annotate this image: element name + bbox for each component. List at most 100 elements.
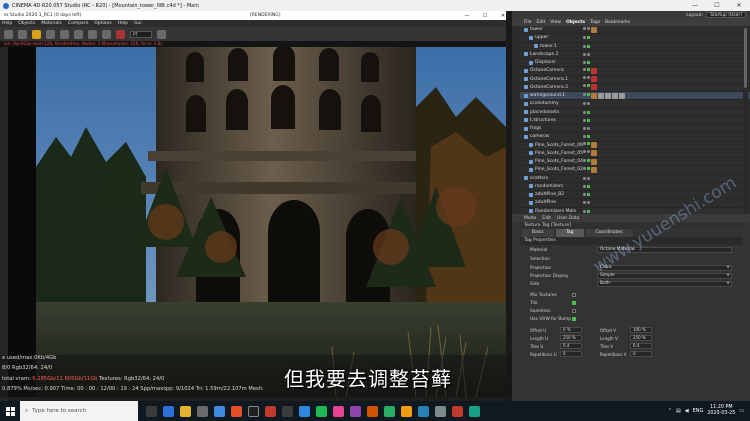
visibility-dot-icon[interactable] <box>583 158 586 162</box>
menu-options[interactable]: Options <box>94 21 111 26</box>
chrome-icon[interactable] <box>231 405 242 417</box>
object-name[interactable]: tower <box>530 27 543 32</box>
enable-check-icon[interactable] <box>587 135 590 139</box>
param-input[interactable]: 250 % <box>560 335 582 341</box>
visibility-dot-icon[interactable] <box>583 67 586 71</box>
visibility-dot-icon[interactable] <box>583 102 586 106</box>
object-row[interactable]: t.structures <box>520 117 750 125</box>
object-name[interactable]: adultPine_B2 <box>535 192 564 197</box>
object-name[interactable]: Randomizers Main <box>535 209 576 214</box>
volume-icon[interactable]: ◀ <box>685 408 689 414</box>
store-icon[interactable] <box>197 405 208 417</box>
tray-chevron-icon[interactable]: ⌃ <box>668 408 672 414</box>
visibility-dot-icon[interactable] <box>583 52 586 56</box>
spotify-icon[interactable] <box>316 405 327 417</box>
visibility-dot-icon[interactable] <box>583 184 586 188</box>
om-menu-tags[interactable]: Tags <box>590 20 600 25</box>
menu-objects[interactable]: Objects <box>18 21 35 26</box>
app-pink-icon[interactable] <box>333 405 344 417</box>
object-name[interactable]: Displacer <box>535 60 556 65</box>
param-input[interactable]: 0 % <box>560 327 582 333</box>
om-menu-objects[interactable]: Objects <box>566 20 585 25</box>
am-menu-user-data[interactable]: User Data <box>557 216 579 221</box>
tag-icon[interactable] <box>605 92 611 99</box>
enable-check-icon[interactable] <box>587 201 590 205</box>
enable-check-icon[interactable] <box>587 150 590 154</box>
om-menu-file[interactable]: File <box>524 20 532 25</box>
app-yellow-icon[interactable] <box>401 405 412 417</box>
param-input[interactable]: 250 % <box>630 335 652 341</box>
object-row[interactable]: Pine_Scots_Forest_04 <box>520 158 750 167</box>
language-indicator[interactable]: ENG <box>693 408 704 414</box>
tag-icon[interactable] <box>598 92 604 99</box>
visibility-dot-icon[interactable] <box>583 176 586 180</box>
close-button[interactable]: ✕ <box>728 0 750 11</box>
visibility-dot-icon[interactable] <box>583 135 586 139</box>
visibility-dot-icon[interactable] <box>583 44 586 48</box>
tag-icon[interactable] <box>619 92 625 99</box>
field-dropdown[interactable]: Both <box>597 281 732 287</box>
visibility-dot-icon[interactable] <box>583 201 586 205</box>
visibility-dot-icon[interactable] <box>583 92 586 96</box>
object-row[interactable]: OctaneCamera <box>520 67 750 76</box>
render-viewport[interactable] <box>36 47 506 397</box>
checkbox[interactable] <box>572 293 576 297</box>
focus-pick-icon[interactable] <box>74 29 83 39</box>
field-dropdown[interactable]: Simple <box>597 273 732 279</box>
app-lightblue-icon[interactable] <box>418 405 429 417</box>
visibility-dot-icon[interactable] <box>583 84 586 88</box>
enable-check-icon[interactable] <box>587 76 590 80</box>
om-menu-view[interactable]: View <box>550 20 561 25</box>
object-name[interactable]: upper <box>535 35 548 40</box>
object-name[interactable]: scatters <box>530 176 548 181</box>
enable-check-icon[interactable] <box>587 36 590 40</box>
lock-icon[interactable] <box>32 29 41 39</box>
object-row[interactable]: placedassets <box>520 109 750 117</box>
texture-tag-icon[interactable] <box>591 92 597 99</box>
object-name[interactable]: Pine_Scots_Forest_06 <box>535 143 583 148</box>
enable-check-icon[interactable] <box>587 84 590 88</box>
visibility-dot-icon[interactable] <box>583 110 586 114</box>
object-row[interactable]: upper <box>520 34 750 43</box>
object-list-scrollbar[interactable] <box>743 26 748 214</box>
viewer-maximize-button[interactable]: ☐ <box>476 11 494 20</box>
enable-check-icon[interactable] <box>587 158 590 162</box>
object-name[interactable]: OctaneCamera <box>530 68 564 73</box>
object-name[interactable]: frogs <box>530 126 541 131</box>
app-teal-icon[interactable] <box>469 405 480 417</box>
enable-check-icon[interactable] <box>587 176 590 180</box>
enable-check-icon[interactable] <box>587 110 590 114</box>
clay-mode-icon[interactable] <box>116 29 125 39</box>
edge-icon[interactable] <box>163 405 174 417</box>
app-blue-icon[interactable] <box>299 405 310 417</box>
enable-check-icon[interactable] <box>587 52 590 56</box>
visibility-dot-icon[interactable] <box>583 193 586 197</box>
app-purple-icon[interactable] <box>350 405 361 417</box>
object-name[interactable]: OctaneCamera.1 <box>530 77 568 82</box>
visibility-dot-icon[interactable] <box>583 166 586 170</box>
visibility-dot-icon[interactable] <box>583 26 586 30</box>
checkbox[interactable] <box>572 317 576 321</box>
object-name[interactable]: Pine_Scots_Forest_02 <box>535 167 583 172</box>
enable-check-icon[interactable] <box>587 184 590 188</box>
maximize-button[interactable]: ☐ <box>706 0 728 11</box>
object-row[interactable]: Pine_Scots_Forest_06 <box>520 142 750 150</box>
kernel-select[interactable]: PT <box>130 30 152 38</box>
menu-materials[interactable]: Materials <box>41 21 62 26</box>
param-input[interactable]: 0 <box>560 351 582 357</box>
object-row[interactable]: cameras <box>520 133 750 142</box>
object-name[interactable]: placedassets <box>530 110 559 115</box>
network-icon[interactable]: ▤ <box>676 408 681 414</box>
object-name[interactable]: OctaneCamera.2 <box>530 85 568 90</box>
texture-tag-icon[interactable] <box>591 166 597 173</box>
enable-check-icon[interactable] <box>587 102 590 106</box>
om-menu-edit[interactable]: Edit <box>537 20 546 25</box>
render-reset-icon[interactable] <box>18 29 27 39</box>
object-row[interactable]: scaledummy <box>520 100 750 109</box>
visibility-dot-icon[interactable] <box>583 127 586 131</box>
clock[interactable]: 11:20 PM 2020-03-25 <box>707 405 735 417</box>
layout-dropdown[interactable]: Startup (User) <box>706 12 746 18</box>
texture-tag-icon[interactable] <box>591 76 597 83</box>
viewer-minimize-button[interactable]: — <box>458 11 476 20</box>
tab-basic[interactable]: Basic <box>522 229 554 237</box>
